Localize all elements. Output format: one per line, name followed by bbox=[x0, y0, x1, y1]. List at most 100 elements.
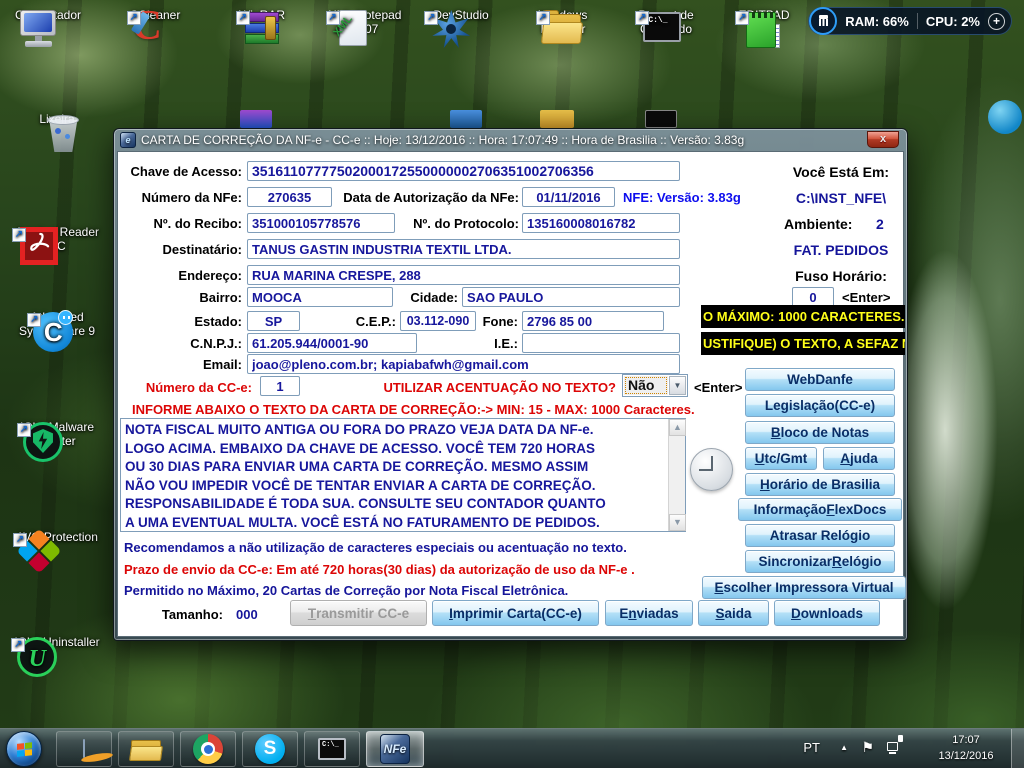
tray-time: 17:07 bbox=[926, 732, 1006, 748]
taskbar-mail-button[interactable] bbox=[56, 731, 112, 767]
nfe-versao-text: NFE: Versão: 3.83g bbox=[623, 188, 741, 208]
marquee-banner-1: O MÁXIMO: 1000 CARACTERES. bbox=[701, 305, 905, 328]
acentuacao-selected-value: Não bbox=[624, 376, 668, 395]
divider bbox=[917, 13, 918, 29]
transmitir-button[interactable]: Transmitir CC-e bbox=[290, 600, 427, 626]
acentuacao-label: UTILIZAR ACENTUAÇÃO NO TEXTO? bbox=[362, 378, 616, 398]
downloads-button[interactable]: Downloads bbox=[774, 600, 880, 626]
ie-input[interactable] bbox=[522, 333, 680, 353]
fat-pedidos-text: FAT. PEDIDOS bbox=[778, 240, 904, 260]
recibo-input[interactable] bbox=[247, 213, 395, 233]
email-label: Email: bbox=[122, 355, 242, 375]
horario-brasilia-button[interactable]: Horário de Brasilia bbox=[745, 473, 895, 496]
atrasar-relogio-button[interactable]: Atrasar Relógio bbox=[745, 524, 895, 547]
chevron-down-icon[interactable]: ▼ bbox=[669, 376, 686, 395]
cnpj-input[interactable] bbox=[247, 333, 417, 353]
informe-instruction: INFORME ABAIXO O TEXTO DA CARTA DE CORRE… bbox=[132, 400, 695, 420]
destinatario-input[interactable] bbox=[247, 239, 680, 259]
nfe-num-label: Número da NFe: bbox=[122, 188, 242, 208]
nfe-window-icon: e bbox=[120, 132, 136, 148]
saida-button[interactable]: Saida bbox=[698, 600, 769, 626]
carta-textarea[interactable]: NOTA FISCAL MUITO ANTIGA OU FORA DO PRAZ… bbox=[120, 418, 686, 532]
taskbar-cmd-button[interactable]: C:\_ bbox=[304, 731, 360, 767]
desktop-icon-prompt-comando[interactable]: C:\_ ↗ Prompt de Comando bbox=[618, 8, 714, 36]
expand-plus-icon[interactable]: + bbox=[988, 13, 1005, 30]
cidade-input[interactable] bbox=[462, 287, 680, 307]
cce-numero-input[interactable] bbox=[260, 376, 300, 396]
scroll-up-icon[interactable]: ▲ bbox=[669, 419, 686, 436]
ambiente-label: Ambiente: bbox=[784, 214, 852, 234]
protocolo-input[interactable] bbox=[522, 213, 680, 233]
cep-input[interactable] bbox=[400, 311, 476, 331]
fuso-input[interactable] bbox=[792, 287, 834, 307]
desktop-icon-acrobat[interactable]: ↗ Acrobat Reader DC bbox=[9, 225, 105, 253]
taskbar-skype-button[interactable]: S bbox=[242, 731, 298, 767]
shortcut-arrow-icon: ↗ bbox=[326, 11, 340, 25]
enviadas-button[interactable]: Enviadas bbox=[605, 600, 693, 626]
data-aut-input[interactable] bbox=[522, 187, 615, 207]
desktop-icon-windows-explorer[interactable]: ↗ Windows Explorer bbox=[515, 8, 611, 36]
taskbar-explorer-button[interactable] bbox=[118, 731, 174, 767]
taskbar-nfe-button-active[interactable]: NFe bbox=[366, 731, 424, 767]
start-button[interactable] bbox=[6, 731, 42, 767]
webdanfe-button[interactable]: WebDanfe bbox=[745, 368, 895, 391]
desktop-icon-iobit-uninstaller[interactable]: U ↗ IObit Uninstaller bbox=[9, 635, 105, 649]
chave-input[interactable] bbox=[247, 161, 680, 181]
desktop-icon-editpad[interactable]: ↗ EDITPAD bbox=[716, 8, 812, 22]
system-monitor-widget[interactable]: RAM: 66% CPU: 2% + bbox=[808, 7, 1012, 35]
imprimir-carta-button[interactable]: Imprimir Carta(CC-e) bbox=[432, 600, 599, 626]
bairro-input[interactable] bbox=[247, 287, 393, 307]
shortcut-arrow-icon: ↗ bbox=[127, 11, 141, 25]
shortcut-arrow-icon: ↗ bbox=[635, 11, 649, 25]
desktop-icon-partial[interactable] bbox=[240, 110, 272, 128]
desktop-icon-partial[interactable] bbox=[988, 100, 1022, 134]
scrollbar[interactable]: ▲ ▼ bbox=[668, 419, 685, 531]
desktop-icon-computador[interactable]: Computador bbox=[0, 8, 96, 22]
escolher-impressora-button[interactable]: Escolher Impressora Virtual bbox=[702, 576, 906, 599]
fone-label: Fone: bbox=[478, 312, 518, 332]
desktop-icon-advanced-systemcare[interactable]: C ↗ Advanced SystemCare 9 bbox=[9, 310, 105, 338]
install-path-text: C:\INST_NFE\ bbox=[778, 188, 904, 208]
nota-maximo-cartas: Permitido no Máximo, 20 Cartas de Correç… bbox=[124, 581, 568, 601]
endereco-label: Endereço: bbox=[122, 266, 242, 286]
cce-window: e CARTA DE CORREÇÃO DA NF-e - CC-e :: Ho… bbox=[113, 128, 908, 641]
desktop-icon-iobit-malware-fighter[interactable]: ↗ IObit Malware Fighter bbox=[9, 420, 105, 448]
window-titlebar[interactable]: e CARTA DE CORREÇÃO DA NF-e - CC-e :: Ho… bbox=[114, 129, 907, 151]
nfe-num-input[interactable] bbox=[247, 187, 332, 207]
estado-label: Estado: bbox=[122, 312, 242, 332]
estado-input[interactable] bbox=[247, 311, 300, 331]
desktop-icon-partial[interactable] bbox=[540, 110, 574, 128]
tray-chevron-icon[interactable]: ▲ bbox=[840, 743, 848, 752]
ram-usage: RAM: 66% bbox=[845, 14, 909, 29]
utc-gmt-button[interactable]: Utc/Gmt bbox=[745, 447, 817, 470]
desktop-icon-winrar[interactable]: ↗ WinRAR bbox=[214, 8, 310, 22]
shortcut-arrow-icon: ↗ bbox=[17, 423, 31, 437]
informacao-flexdocs-button[interactable]: Informação FlexDocs bbox=[738, 498, 902, 521]
desktop-icon-xdevstudio[interactable]: ↗ xDevStudio bbox=[410, 8, 506, 22]
desktop-icon-lixeira[interactable]: Lixeira bbox=[9, 112, 105, 126]
language-indicator[interactable]: PT bbox=[803, 740, 820, 755]
desktop-icon-partial[interactable] bbox=[450, 110, 482, 128]
desktop-icon-avg[interactable]: ↗ AVG Protection bbox=[9, 530, 105, 544]
email-input[interactable] bbox=[247, 354, 680, 374]
desktop-icon-partial[interactable] bbox=[645, 110, 677, 128]
action-center-flag-icon[interactable]: ⚑ bbox=[861, 739, 874, 756]
sincronizar-relogio-button[interactable]: Sincronizar Relógio bbox=[745, 550, 895, 573]
cce-numero-label: Número da CC-e: bbox=[132, 378, 252, 398]
ajuda-button[interactable]: Ajuda bbox=[823, 447, 895, 470]
tray-clock[interactable]: 17:07 13/12/2016 bbox=[926, 732, 1006, 764]
taskbar-chrome-button[interactable] bbox=[180, 731, 236, 767]
acentuacao-dropdown[interactable]: Não ▼ bbox=[622, 374, 688, 397]
desktop-icon-xml-notepad[interactable]: XML ↗ XML Notepad 2007 bbox=[317, 8, 413, 36]
nfe-app-icon: NFe bbox=[380, 734, 410, 764]
endereco-input[interactable] bbox=[247, 265, 680, 285]
destinatario-label: Destinatário: bbox=[122, 240, 242, 260]
nota-prazo-envio: Prazo de envio da CC-e: Em até 720 horas… bbox=[124, 560, 635, 580]
desktop-icon-ccleaner[interactable]: C ↗ CCleaner bbox=[107, 8, 203, 22]
scroll-down-icon[interactable]: ▼ bbox=[669, 514, 686, 531]
show-desktop-button[interactable] bbox=[1011, 729, 1024, 768]
close-button[interactable]: x bbox=[867, 131, 899, 148]
fone-input[interactable] bbox=[522, 311, 664, 331]
bloco-de-notas-button[interactable]: Bloco de Notas bbox=[745, 421, 895, 444]
legislacao-button[interactable]: Legislação(CC-e) bbox=[745, 394, 895, 417]
